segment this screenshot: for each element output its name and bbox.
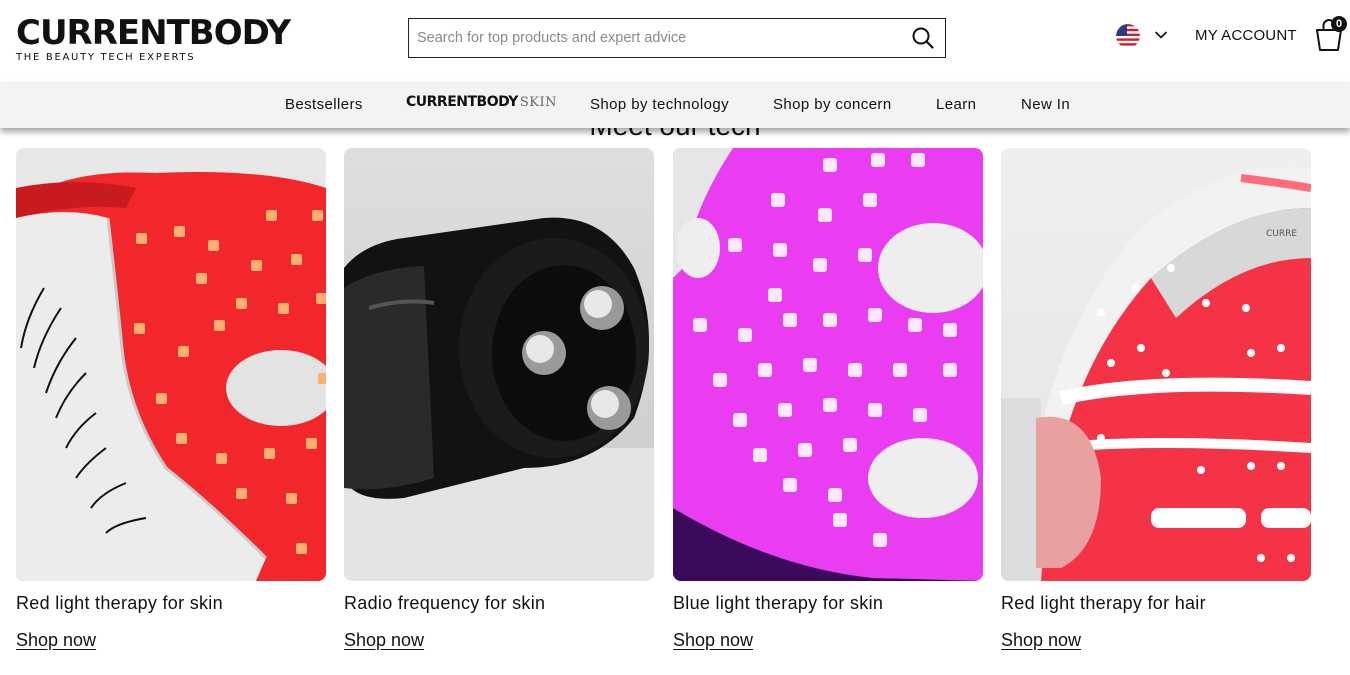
nav-item-currentbody-skin[interactable]: CURRENTBODY SKIN (406, 94, 557, 110)
card-title: Red light therapy for skin (16, 593, 223, 613)
product-card-red-light-skin: Red light therapy for skin Shop now (16, 148, 326, 651)
nav-item-shop-by-technology[interactable]: Shop by technology (590, 96, 729, 113)
brand-tagline: THE BEAUTY TECH EXPERTS (16, 52, 196, 63)
brand-name: CURRENTBODY (16, 13, 291, 53)
cart-count-badge: 0 (1331, 16, 1347, 32)
nav-skin-suffix: SKIN (519, 95, 557, 110)
nav-item-new-in[interactable]: New In (1021, 96, 1070, 113)
svg-text:CURRE: CURRE (1266, 229, 1297, 239)
nav-item-shop-by-concern[interactable]: Shop by concern (773, 96, 892, 113)
hair-helmet-image[interactable]: CURRE (1001, 148, 1311, 581)
search-icon[interactable] (901, 19, 945, 57)
my-account-link[interactable]: MY ACCOUNT (1195, 27, 1297, 44)
card-title: Blue light therapy for skin (673, 593, 884, 613)
cart-button[interactable]: 0 (1314, 16, 1347, 52)
card-title: Red light therapy for hair (1001, 593, 1206, 613)
shopping-bag-icon (1314, 19, 1344, 56)
us-flag-icon (1116, 24, 1140, 48)
shop-now-link[interactable]: Shop now (673, 630, 753, 651)
product-card-blue-light-skin: Blue light therapy for skin Shop now (673, 148, 983, 651)
shop-now-link[interactable]: Shop now (344, 630, 424, 651)
search-bar (408, 18, 946, 58)
blue-light-mask-image[interactable] (673, 148, 983, 581)
nav-skin-brand: CURRENTBODY (406, 94, 518, 110)
product-card-red-light-hair: CURRE Red light therapy for hair Shop no… (1001, 148, 1311, 651)
card-title: Radio frequency for skin (344, 593, 546, 613)
nav-item-learn[interactable]: Learn (936, 96, 976, 113)
brand-logo[interactable]: CURRENTBODY THE BEAUTY TECH EXPERTS (16, 13, 291, 63)
shop-now-link[interactable]: Shop now (1001, 630, 1081, 651)
main-navigation: Bestsellers CURRENTBODY SKIN Shop by tec… (0, 82, 1350, 128)
search-input[interactable] (409, 19, 901, 57)
site-header: CURRENTBODY THE BEAUTY TECH EXPERTS Sear… (0, 0, 1350, 82)
nav-item-bestsellers[interactable]: Bestsellers (285, 96, 363, 113)
red-light-mask-image[interactable] (16, 148, 326, 581)
chevron-down-icon (1154, 27, 1168, 45)
shop-now-link[interactable]: Shop now (16, 630, 96, 651)
radio-frequency-device-image[interactable] (344, 148, 654, 581)
product-card-radio-frequency: Radio frequency for skin Shop now (344, 148, 654, 651)
locale-selector[interactable] (1116, 24, 1168, 48)
